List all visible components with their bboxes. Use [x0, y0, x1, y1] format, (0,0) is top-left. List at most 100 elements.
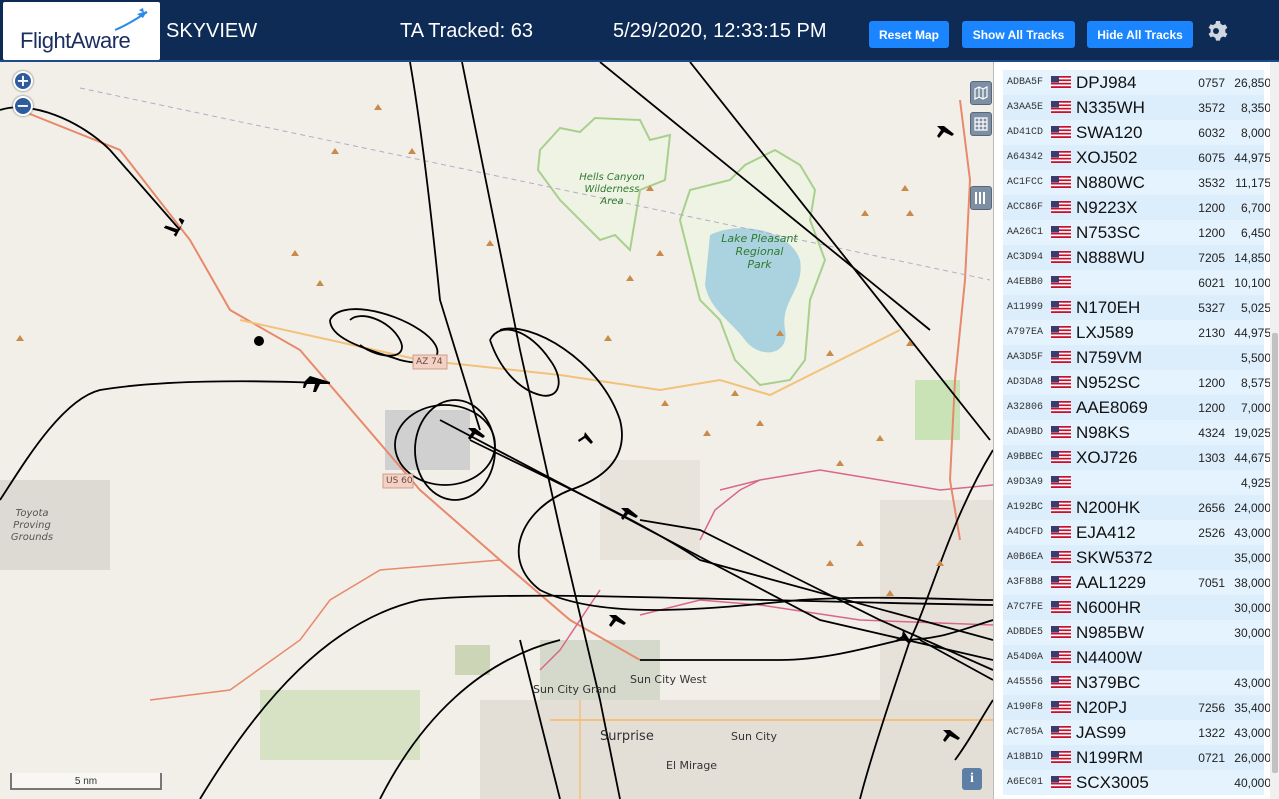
hex-code: A45556 [1007, 677, 1044, 688]
surprise-label: Surprise [600, 729, 654, 744]
sun-city-west-label: Sun City West [630, 673, 707, 686]
us-flag-icon [1051, 201, 1071, 213]
aircraft-row[interactable]: A4EBB0 6021 10,100 [1003, 270, 1271, 295]
aircraft-row[interactable]: A4DCFD EJA412 2526 43,000 [1003, 520, 1271, 545]
logo-text: FlightAware [20, 28, 131, 53]
callsign: N880WC [1076, 172, 1145, 192]
hex-code: A190F8 [1007, 702, 1044, 713]
altitude: 40,000 [1234, 775, 1271, 790]
hex-code: A3F8B8 [1007, 577, 1044, 588]
us-flag-icon [1051, 726, 1071, 738]
aircraft-row[interactable]: A64342 XOJ502 6075 44,975 [1003, 145, 1271, 170]
hex-code: A3AA5E [1007, 102, 1044, 113]
callsign: N4400W [1076, 647, 1143, 667]
aircraft-row[interactable]: A3AA5EN335WH35728,350▼ [1003, 95, 1279, 120]
aircraft-row[interactable]: A3F8B8 AAL1229 7051 38,000 [1003, 570, 1271, 595]
altitude: 19,025 [1234, 425, 1271, 440]
aircraft-row[interactable]: ACC86FN9223X12006,700▼ [1003, 195, 1279, 220]
altitude: 6,450 [1240, 225, 1271, 240]
aircraft-row[interactable]: A0B6EA SKW5372 35,000 [1003, 545, 1271, 570]
us-flag-icon [1051, 526, 1071, 538]
hex-code: A0B6EA [1007, 552, 1044, 563]
grid-icon [974, 117, 988, 131]
aircraft-row[interactable]: A11999 N170EH 5327 5,025 [1003, 295, 1271, 320]
aircraft-row[interactable]: A9D3A94,925▲ [1003, 470, 1279, 495]
lake-pleasant-label: Lake Pleasant Regional Park [721, 232, 798, 271]
callsign: LXJ589 [1076, 322, 1134, 342]
el-mirage-label: El Mirage [666, 759, 718, 772]
aircraft-row[interactable]: A7C7FE N600HR 30,000 [1003, 595, 1271, 620]
zoom-out-button[interactable]: − [13, 96, 33, 116]
flightaware-logo[interactable]: FlightAware [3, 2, 160, 60]
sun-city-label: Sun City [731, 730, 777, 743]
aircraft-row[interactable]: AA26C1 N753SC 1200 6,450 [1003, 220, 1271, 245]
aircraft-row[interactable]: ADBDE5 N985BW 30,000 [1003, 620, 1271, 645]
aircraft-row[interactable]: A190F8N20PJ725635,400▲ [1003, 695, 1279, 720]
aircraft-row[interactable]: AA3D5F N759VM 5,500 [1003, 345, 1271, 370]
aircraft-row[interactable]: AD41CDSWA12060328,000▼ [1003, 120, 1279, 145]
altitude: 35,000 [1234, 550, 1271, 565]
callsign: N200HK [1076, 497, 1141, 517]
columns-toggle-button[interactable] [970, 186, 992, 210]
us-flag-icon [1051, 476, 1071, 488]
altitude: 43,000 [1234, 725, 1271, 740]
us-flag-icon [1051, 401, 1071, 413]
callsign: N379BC [1076, 672, 1141, 692]
hex-code: A4DCFD [1007, 527, 1044, 538]
altitude: 10,100 [1234, 275, 1271, 290]
map-canvas[interactable] [0, 62, 993, 799]
aircraft-row[interactable]: A54D0A N4400W [1003, 645, 1264, 670]
aircraft-row[interactable]: AC1FCCN880WC353211,175▼ [1003, 170, 1279, 195]
hex-code: AC705A [1007, 727, 1044, 738]
aircraft-row[interactable]: ADA9BD N98KS 4324 19,025 [1003, 420, 1271, 445]
callsign: N753SC [1076, 222, 1141, 242]
us-flag-icon [1051, 176, 1071, 188]
aircraft-row[interactable]: A32806AAE806912007,000▲ [1003, 395, 1279, 420]
callsign: EJA412 [1076, 522, 1136, 542]
aircraft-row[interactable]: AC3D94N888WU720514,850▼ [1003, 245, 1279, 270]
position-dot [254, 336, 264, 346]
hide-all-tracks-button[interactable]: Hide All Tracks [1087, 21, 1193, 48]
aircraft-row[interactable]: ADBA5FDPJ984075726,850▲ [1003, 70, 1279, 95]
us-flag-icon [1051, 701, 1071, 713]
us-flag-icon [1051, 351, 1071, 363]
map-layer-button[interactable] [970, 81, 992, 105]
callsign: AAE8069 [1076, 397, 1148, 417]
aircraft-row[interactable]: A45556 N379BC 43,000 [1003, 670, 1271, 695]
altitude: 38,000 [1234, 575, 1271, 590]
aircraft-row[interactable]: A9BBECXOJ726130344,675▲ [1003, 445, 1279, 470]
us-flag-icon [1051, 101, 1071, 113]
reset-map-button[interactable]: Reset Map [869, 21, 949, 48]
callsign: N9223X [1076, 197, 1138, 217]
aircraft-row[interactable]: A6EC01 SCX3005 40,000 [1003, 770, 1271, 795]
aircraft-row[interactable]: A18B1D N199RM 0721 26,000 [1003, 745, 1271, 770]
callsign: N335WH [1076, 97, 1145, 117]
callsign: N759VM [1076, 347, 1143, 367]
map-view[interactable]: Hells Canyon Wilderness Area Lake Pleasant… [0, 62, 993, 799]
show-all-tracks-button[interactable]: Show All Tracks [962, 21, 1075, 48]
altitude: 26,850 [1234, 75, 1271, 90]
aircraft-row[interactable]: AC705A JAS99 1322 43,000 [1003, 720, 1271, 745]
grid-layer-button[interactable] [970, 112, 992, 136]
aircraft-row[interactable]: A797EA LXJ589 2130 44,975 [1003, 320, 1271, 345]
callsign: SWA120 [1076, 122, 1143, 142]
hex-code: A32806 [1007, 402, 1044, 413]
aircraft-row[interactable]: A192BC N200HK 2656 24,000 [1003, 495, 1271, 520]
info-button[interactable]: i [962, 768, 982, 790]
panel-scroll-thumb[interactable] [1272, 333, 1278, 773]
hex-code: AC3D94 [1007, 252, 1044, 263]
hex-code: A11999 [1007, 302, 1044, 313]
callsign: AAL1229 [1076, 572, 1146, 592]
altitude: 8,575 [1240, 375, 1271, 390]
aircraft-row[interactable]: AD3DA8 N952SC 1200 8,575 [1003, 370, 1271, 395]
zoom-in-button[interactable]: + [13, 71, 33, 91]
us-flag-icon [1051, 301, 1071, 313]
us-flag-icon [1051, 451, 1071, 463]
callsign: DPJ984 [1076, 72, 1137, 92]
callsign: JAS99 [1076, 722, 1127, 742]
settings-gear-icon[interactable] [1204, 19, 1228, 43]
us-flag-icon [1051, 126, 1071, 138]
callsign: N952SC [1076, 372, 1141, 392]
hells-canyon-label: Hells Canyon Wilderness Area [579, 172, 645, 207]
aircraft-list-panel[interactable]: ADBA5FDPJ984075726,850▲A3AA5EN335WH35728… [993, 62, 1279, 799]
